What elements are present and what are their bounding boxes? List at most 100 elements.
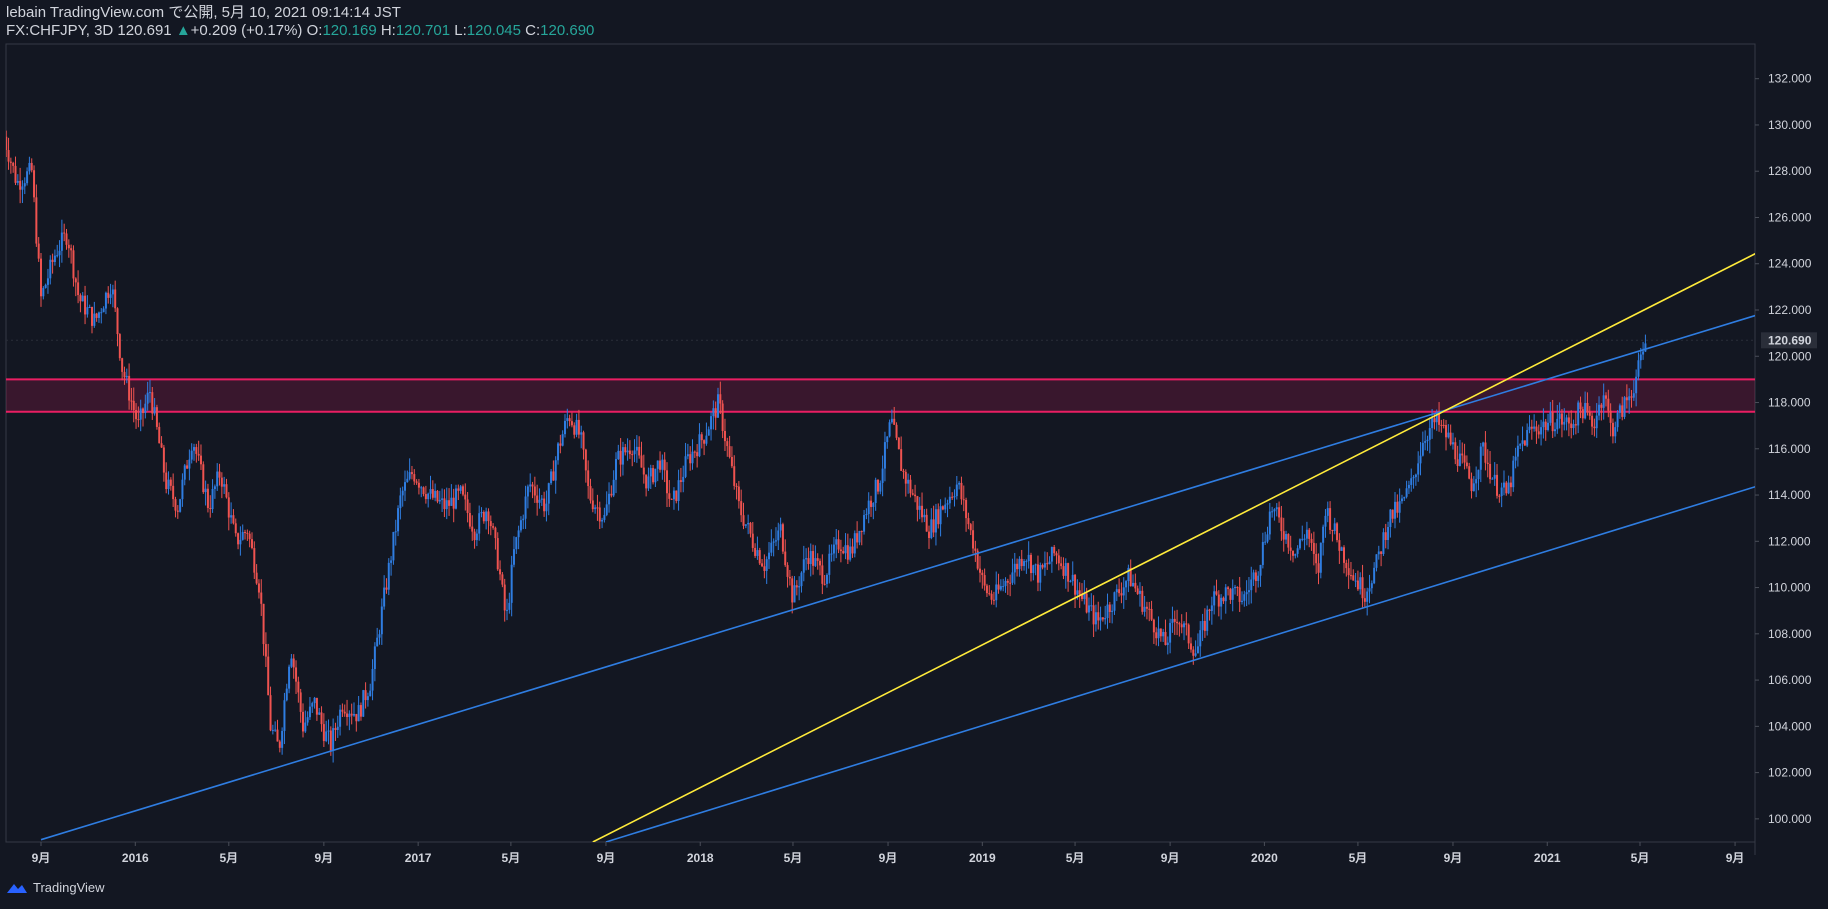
footer-brand[interactable]: TradingView [6, 880, 105, 895]
candle-body [512, 549, 515, 565]
candle-body [635, 446, 638, 451]
candle [904, 469, 907, 497]
candle-body [856, 533, 859, 543]
candle [1389, 508, 1392, 538]
candle-body [909, 479, 912, 494]
candle-body [146, 392, 149, 404]
candle-body [118, 334, 121, 359]
candle-body [719, 394, 722, 404]
candle [791, 575, 794, 614]
candle [1023, 559, 1026, 571]
candle-body [508, 602, 511, 610]
candle-body [596, 507, 599, 509]
candle [1363, 588, 1366, 608]
candle [1593, 418, 1596, 437]
candle [777, 522, 780, 551]
candle-body [1169, 622, 1172, 643]
candle-body [601, 519, 604, 522]
candle [1034, 563, 1037, 576]
candle-body [707, 429, 710, 436]
candle-body [1382, 532, 1385, 554]
candle [786, 562, 789, 588]
candle-body [499, 569, 502, 575]
candle-body [1584, 402, 1587, 419]
candle [1234, 584, 1237, 595]
candle [978, 556, 981, 583]
candle [1094, 604, 1097, 632]
candle-body [526, 486, 529, 497]
candle-body [197, 453, 200, 456]
candle-body [781, 524, 784, 552]
candle-body [1542, 421, 1545, 428]
candle-body [816, 558, 819, 561]
candle-body [679, 480, 682, 482]
candle [281, 727, 284, 755]
candle-body [1301, 538, 1304, 540]
candle [1185, 612, 1188, 636]
candle-body [1607, 398, 1610, 411]
candle [285, 683, 288, 702]
candle [448, 488, 451, 516]
candle [357, 695, 360, 722]
candle-body [614, 459, 617, 480]
candle [1104, 605, 1107, 625]
candle-body [318, 712, 321, 715]
candle [181, 473, 184, 507]
candle [114, 280, 117, 313]
candle [1482, 441, 1485, 456]
candle [401, 486, 404, 507]
candle [631, 450, 634, 467]
candle-body [1152, 619, 1155, 633]
candle [1329, 501, 1332, 535]
candle [870, 495, 873, 517]
candle [1259, 564, 1262, 587]
candle-body [383, 587, 386, 607]
candle [990, 590, 993, 605]
candle-body [533, 486, 536, 496]
candle-body [1496, 474, 1499, 496]
candle [322, 713, 325, 747]
candle [733, 455, 736, 490]
candle-body [1417, 463, 1420, 475]
candle [1470, 472, 1473, 499]
candle [1111, 604, 1114, 624]
candle-body [821, 565, 824, 584]
candle [1199, 621, 1202, 657]
candle-body [721, 403, 724, 431]
y-tick-label: 130.000 [1768, 118, 1812, 132]
candle-body [1563, 421, 1566, 425]
candle-body [995, 584, 998, 601]
candle [14, 156, 17, 186]
candle [172, 473, 175, 507]
candle-body [223, 484, 226, 487]
candle [501, 572, 504, 588]
candle [721, 400, 724, 439]
price-chart[interactable]: 132.000 130.000 128.000 126.000 124.000 122.0… [0, 0, 1828, 909]
candle [1553, 422, 1556, 437]
candle-body [1572, 424, 1575, 429]
candle-body [19, 180, 22, 190]
candle [696, 444, 699, 468]
candle-body [155, 407, 158, 427]
candle-body [443, 498, 446, 510]
candle-body [339, 709, 342, 727]
candle-body [1621, 405, 1624, 417]
candle [1115, 584, 1118, 602]
candle [1547, 413, 1550, 432]
candle [1486, 449, 1489, 478]
candle-body [369, 690, 372, 697]
candle [1414, 473, 1417, 486]
candle-body [211, 489, 214, 510]
candle-body [1069, 581, 1072, 583]
candle-body [1567, 417, 1570, 424]
candle-body [206, 488, 209, 508]
candle [1560, 408, 1563, 438]
candle-body [53, 255, 56, 263]
candle [751, 521, 754, 552]
candle [1391, 509, 1394, 523]
candle [526, 484, 529, 509]
candle-body [633, 450, 636, 455]
candle [278, 739, 281, 753]
candle-body [763, 566, 766, 571]
candle-body [524, 496, 527, 519]
